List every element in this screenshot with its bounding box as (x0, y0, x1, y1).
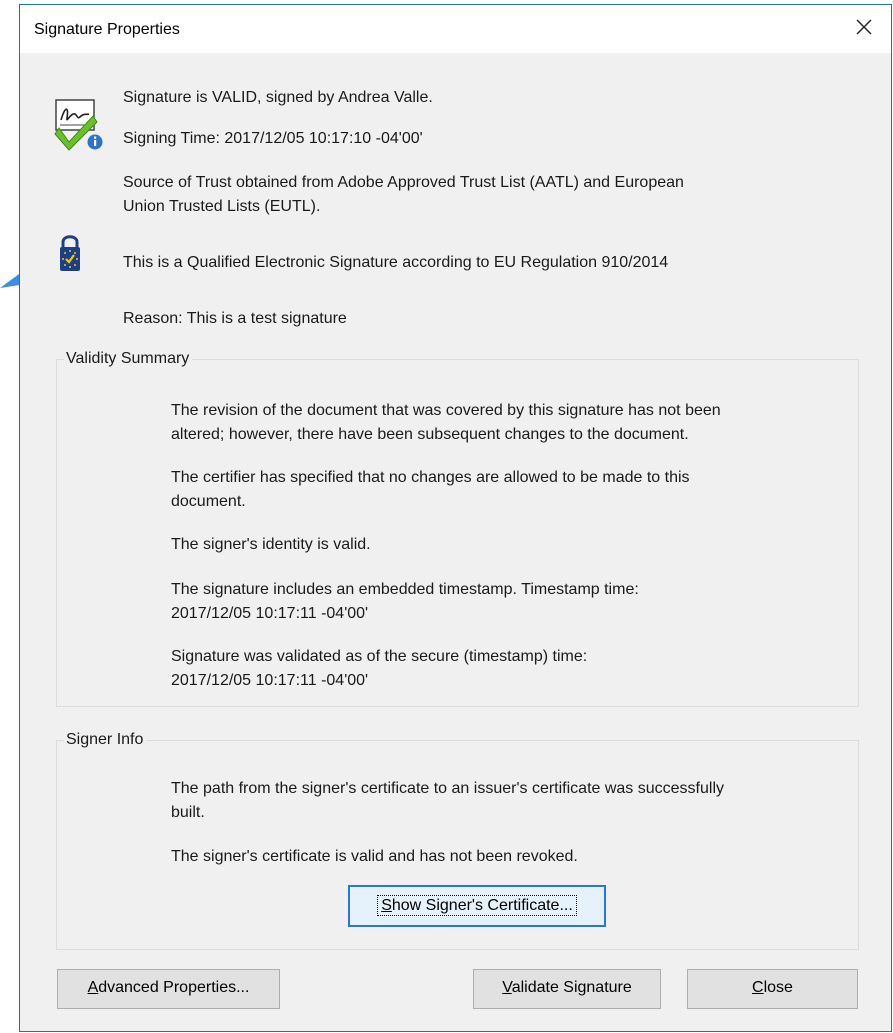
signature-properties-dialog: Signature Properties Signature is VALID,… (19, 4, 892, 1032)
validity-item-3: The signer's identity is valid. (171, 536, 371, 553)
show-signers-certificate-button[interactable]: Show Signer's Certificate... (348, 885, 606, 927)
validity-item-2-line2: document. (171, 493, 246, 510)
validate-label-rest: alidate Signature (511, 979, 632, 996)
trust-source-line1: Source of Trust obtained from Adobe Appr… (123, 174, 684, 191)
dialog-title: Signature Properties (34, 21, 180, 38)
advanced-mnemonic: A (87, 979, 99, 996)
trust-source-line2: Union Trusted Lists (EUTL). (123, 198, 321, 215)
signature-reason: Reason: This is a test signature (123, 310, 347, 327)
close-button[interactable]: Close (687, 969, 858, 1009)
validity-item-5-line1: Signature was validated as of the secure… (171, 648, 588, 665)
validity-item-1-line1: The revision of the document that was co… (171, 402, 721, 419)
validate-mnemonic: V (502, 979, 512, 996)
signature-status: Signature is VALID, signed by Andrea Val… (123, 89, 433, 106)
qualified-signature-note: This is a Qualified Electronic Signature… (123, 254, 669, 271)
validity-item-1-line2: altered; however, there have been subseq… (171, 426, 689, 443)
validity-item-4-line2: 2017/12/05 10:17:11 -04'00' (171, 605, 369, 622)
title-bar: Signature Properties (20, 5, 891, 53)
signing-time: Signing Time: 2017/12/05 10:17:10 -04'00… (123, 130, 423, 147)
signature-valid-icon (54, 99, 103, 151)
advanced-label-rest: dvanced Properties... (98, 979, 250, 996)
signer-cert-valid: The signer's certificate is valid and ha… (171, 848, 578, 865)
eu-qualified-lock-icon (60, 235, 80, 271)
validity-item-2-line1: The certifier has specified that no chan… (171, 469, 690, 486)
signer-path-line2: built. (171, 804, 205, 821)
validity-item-4-line1: The signature includes an embedded times… (171, 581, 639, 598)
close-mnemonic: C (752, 979, 764, 996)
advanced-properties-button[interactable]: Advanced Properties... (57, 969, 280, 1009)
validity-item-5-line2: 2017/12/05 10:17:11 -04'00' (171, 672, 369, 689)
signer-info-legend: Signer Info (64, 730, 147, 750)
close-icon[interactable] (853, 16, 875, 38)
show-cert-label-rest: how Signer's Certificate... (391, 897, 573, 914)
signer-path-line1: The path from the signer's certificate t… (171, 780, 724, 797)
validity-summary-legend: Validity Summary (64, 349, 193, 369)
close-label-rest: lose (763, 979, 793, 996)
show-cert-mnemonic: S (381, 897, 392, 914)
validate-signature-button[interactable]: Validate Signature (473, 969, 661, 1009)
show-cert-label: Show Signer's Certificate... (377, 895, 577, 916)
